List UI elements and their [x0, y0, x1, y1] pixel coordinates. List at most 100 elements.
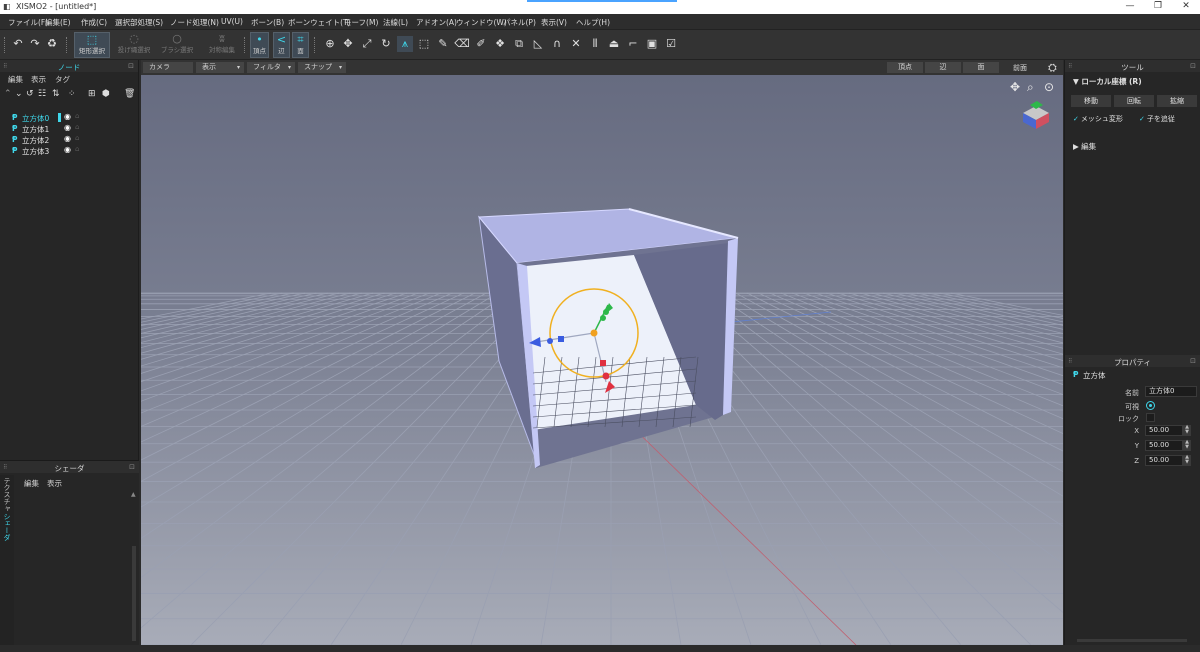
follow-children-checkbox[interactable]: ✓ 子を追従	[1139, 114, 1175, 124]
bounding-box-icon[interactable]: ⬚	[416, 36, 432, 52]
lock-icon[interactable]: ⌂	[75, 112, 79, 120]
merge-icon[interactable]: ❖	[492, 36, 508, 52]
refresh-icon[interactable]: ↺	[26, 89, 34, 99]
menu-morph[interactable]: モーフ(M)	[344, 17, 378, 28]
filter-dropdown[interactable]: フィルタ ▾	[247, 62, 295, 73]
pan-icon[interactable]: ✥	[1010, 80, 1020, 94]
tree-item-cube3[interactable]: Ᵽ 立方体3 ◉ ⌂	[0, 145, 138, 157]
zoom-icon[interactable]: ⌕	[1027, 80, 1034, 95]
view-face-button[interactable]: 面	[963, 62, 999, 73]
view-edge-button[interactable]: 辺	[925, 62, 961, 73]
rotate-icon[interactable]: ↻	[378, 36, 394, 52]
close-button[interactable]: ✕	[1172, 0, 1200, 14]
move-icon[interactable]: ✥	[340, 36, 356, 52]
panel-close-icon[interactable]: ⊡	[129, 463, 135, 471]
menu-uv[interactable]: UV(U)	[221, 17, 243, 26]
add-node-icon[interactable]: ⊞	[88, 89, 96, 99]
panel-close-icon[interactable]: ⊡	[1190, 62, 1196, 70]
menu-selection[interactable]: 選択部処理(S)	[115, 17, 163, 28]
cube-icon[interactable]: ⬢	[102, 89, 110, 99]
menu-boneweight[interactable]: ボーンウェイト(T)	[288, 17, 351, 28]
visible-toggle[interactable]	[1146, 401, 1155, 410]
trash-icon[interactable]: 🗑	[124, 89, 135, 99]
menu-view[interactable]: 表示(V)	[541, 17, 567, 28]
recycle-icon[interactable]: ♻	[44, 36, 60, 52]
maximize-button[interactable]: ❐	[1144, 0, 1172, 14]
shader-menu-view[interactable]: 表示	[47, 478, 62, 489]
y-spinner[interactable]: ▲ ▼	[1183, 440, 1191, 451]
redo-icon[interactable]: ↷	[27, 36, 43, 52]
lock-icon[interactable]: ⌂	[75, 134, 79, 142]
menu-window[interactable]: ウィンドウ(W)	[456, 17, 507, 28]
name-field[interactable]: 立方体0	[1145, 386, 1197, 397]
eye-icon[interactable]: ◉	[64, 123, 71, 132]
globe-icon[interactable]: ⊕	[322, 36, 338, 52]
edge-mode-button[interactable]: < 辺	[273, 32, 290, 58]
menu-help[interactable]: ヘルプ(H)	[576, 17, 610, 28]
knife-icon[interactable]: ✐	[473, 36, 489, 52]
eraser-icon[interactable]: ⌫	[454, 36, 470, 52]
scrollbar[interactable]	[132, 546, 136, 641]
bag-icon[interactable]: ⏏	[606, 36, 622, 52]
eye-icon[interactable]: ◉	[64, 145, 71, 154]
lasso-select-button[interactable]: ◌ 投げ縄選択	[114, 32, 154, 58]
pen-icon[interactable]: ✎	[435, 36, 451, 52]
orbit-icon[interactable]: ⊙	[1044, 80, 1054, 94]
scale-button[interactable]: 拡縮	[1157, 95, 1197, 107]
film-icon[interactable]: ▣	[644, 36, 660, 52]
brush-icon[interactable]: ⌐	[625, 36, 641, 52]
view-vertex-button[interactable]: 頂点	[887, 62, 923, 73]
z-field[interactable]: 50.00	[1145, 455, 1183, 466]
local-coords-section[interactable]: ▼ ローカル座標 (R)	[1073, 76, 1142, 87]
menu-addon[interactable]: アドオン(A)	[416, 17, 457, 28]
rect-select-button[interactable]: ⬚ 矩形選択	[74, 32, 110, 58]
menu-create[interactable]: 作成(C)	[81, 17, 107, 28]
edit-box-icon[interactable]: ☑	[663, 36, 679, 52]
x-field[interactable]: 50.00	[1145, 425, 1183, 436]
group-icon[interactable]: ⁘	[68, 89, 76, 99]
extrude-icon[interactable]: ⫴	[587, 36, 603, 52]
tab-shader[interactable]: シェーダ	[2, 513, 12, 541]
expand-down-icon[interactable]: ⌄	[15, 89, 23, 99]
brush-select-button[interactable]: ○ ブラシ選択	[158, 32, 196, 58]
view-settings-icon[interactable]: ⛭	[1048, 61, 1057, 75]
menu-edit[interactable]: 編集(E)	[45, 17, 71, 28]
vertex-mode-button[interactable]: • 頂点	[250, 32, 269, 58]
edit-section[interactable]: ▶ 編集	[1073, 141, 1096, 152]
sort-icon[interactable]: ⇅	[52, 89, 60, 99]
z-spinner[interactable]: ▲ ▼	[1183, 455, 1191, 466]
lock-icon[interactable]: ⌂	[75, 145, 79, 153]
shader-menu-edit[interactable]: 編集	[24, 478, 39, 489]
x-spinner[interactable]: ▲ ▼	[1183, 425, 1191, 436]
minimize-button[interactable]: —	[1116, 0, 1144, 14]
bevel-icon[interactable]: ◺	[530, 36, 546, 52]
horizontal-scrollbar[interactable]	[1077, 639, 1187, 642]
scroll-up-icon[interactable]: ▲	[131, 491, 136, 498]
y-field[interactable]: 50.00	[1145, 440, 1183, 451]
transform-icon[interactable]: ⩚	[397, 36, 413, 52]
panel-close-icon[interactable]: ⊡	[1190, 357, 1196, 365]
lock-toggle[interactable]	[1146, 413, 1155, 422]
face-mode-button[interactable]: ⌗ 面	[292, 32, 309, 58]
undo-icon[interactable]: ↶	[10, 36, 26, 52]
lock-icon[interactable]: ⌂	[75, 123, 79, 131]
scale-icon[interactable]: ⤢	[359, 36, 375, 52]
hierarchy-icon[interactable]: ☷	[38, 89, 46, 99]
node-menu-tag[interactable]: タグ	[55, 74, 70, 85]
menu-node[interactable]: ノード処理(N)	[170, 17, 219, 28]
3d-viewport[interactable]: ✥ ⌕ ⊙	[141, 75, 1063, 645]
symmetry-edit-button[interactable]: ʬ 対称編集	[204, 32, 240, 58]
menu-panel[interactable]: パネル(P)	[503, 17, 536, 28]
duplicate-icon[interactable]: ⧉	[511, 36, 527, 52]
collapse-icon[interactable]: ✕	[568, 36, 584, 52]
tab-texture[interactable]: テクスチャ	[2, 477, 12, 512]
eye-icon[interactable]: ◉	[64, 112, 71, 121]
eye-icon[interactable]: ◉	[64, 134, 71, 143]
move-button[interactable]: 移動	[1071, 95, 1111, 107]
menu-normal[interactable]: 法線(L)	[383, 17, 408, 28]
mesh-deform-checkbox[interactable]: ✓ メッシュ変形	[1073, 114, 1123, 124]
rotate-button[interactable]: 回転	[1114, 95, 1154, 107]
menu-bone[interactable]: ボーン(B)	[251, 17, 284, 28]
snap-dropdown[interactable]: スナップ ▾	[298, 62, 346, 73]
display-dropdown[interactable]: 表示 ▾	[196, 62, 244, 73]
